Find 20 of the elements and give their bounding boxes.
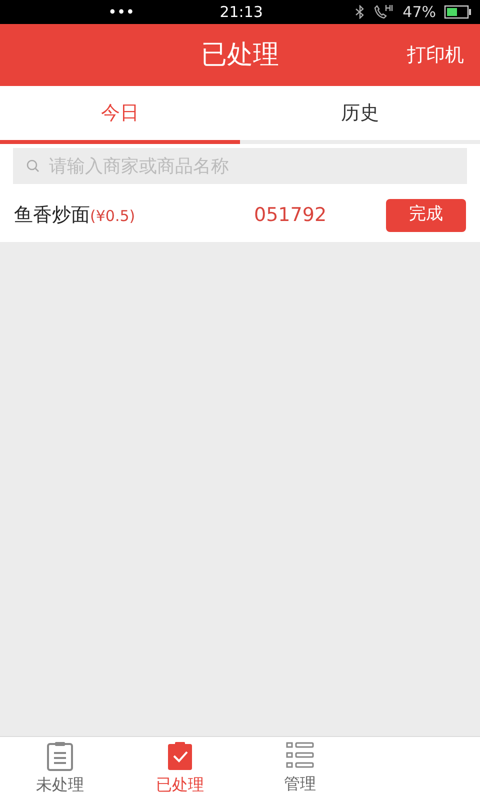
nav-tab[interactable]: 已处理: [120, 737, 240, 800]
nav-tab[interactable]: 未处理: [0, 737, 120, 800]
battery-icon: [444, 5, 472, 19]
dish-price: (¥0.5): [90, 206, 136, 227]
clipboard-icon: [46, 740, 74, 770]
order-code: 051792: [254, 202, 328, 228]
phone-icon: [372, 4, 395, 20]
page-title: 已处理: [201, 38, 279, 72]
search-icon: [26, 159, 40, 173]
printer-button[interactable]: 打印机: [407, 40, 464, 70]
list-icon: [286, 742, 314, 770]
battery-percent: 47%: [402, 2, 436, 23]
signal-dots: •••: [108, 2, 136, 23]
complete-button[interactable]: 完成: [386, 198, 466, 232]
tab[interactable]: 历史: [240, 86, 480, 140]
dish-name: 鱼香炒面: [14, 202, 90, 228]
clipboard-check-icon: [166, 740, 194, 770]
status-time: 21:13: [218, 2, 264, 23]
bluetooth-icon: [354, 5, 365, 19]
nav-tab[interactable]: 管理: [240, 737, 360, 800]
